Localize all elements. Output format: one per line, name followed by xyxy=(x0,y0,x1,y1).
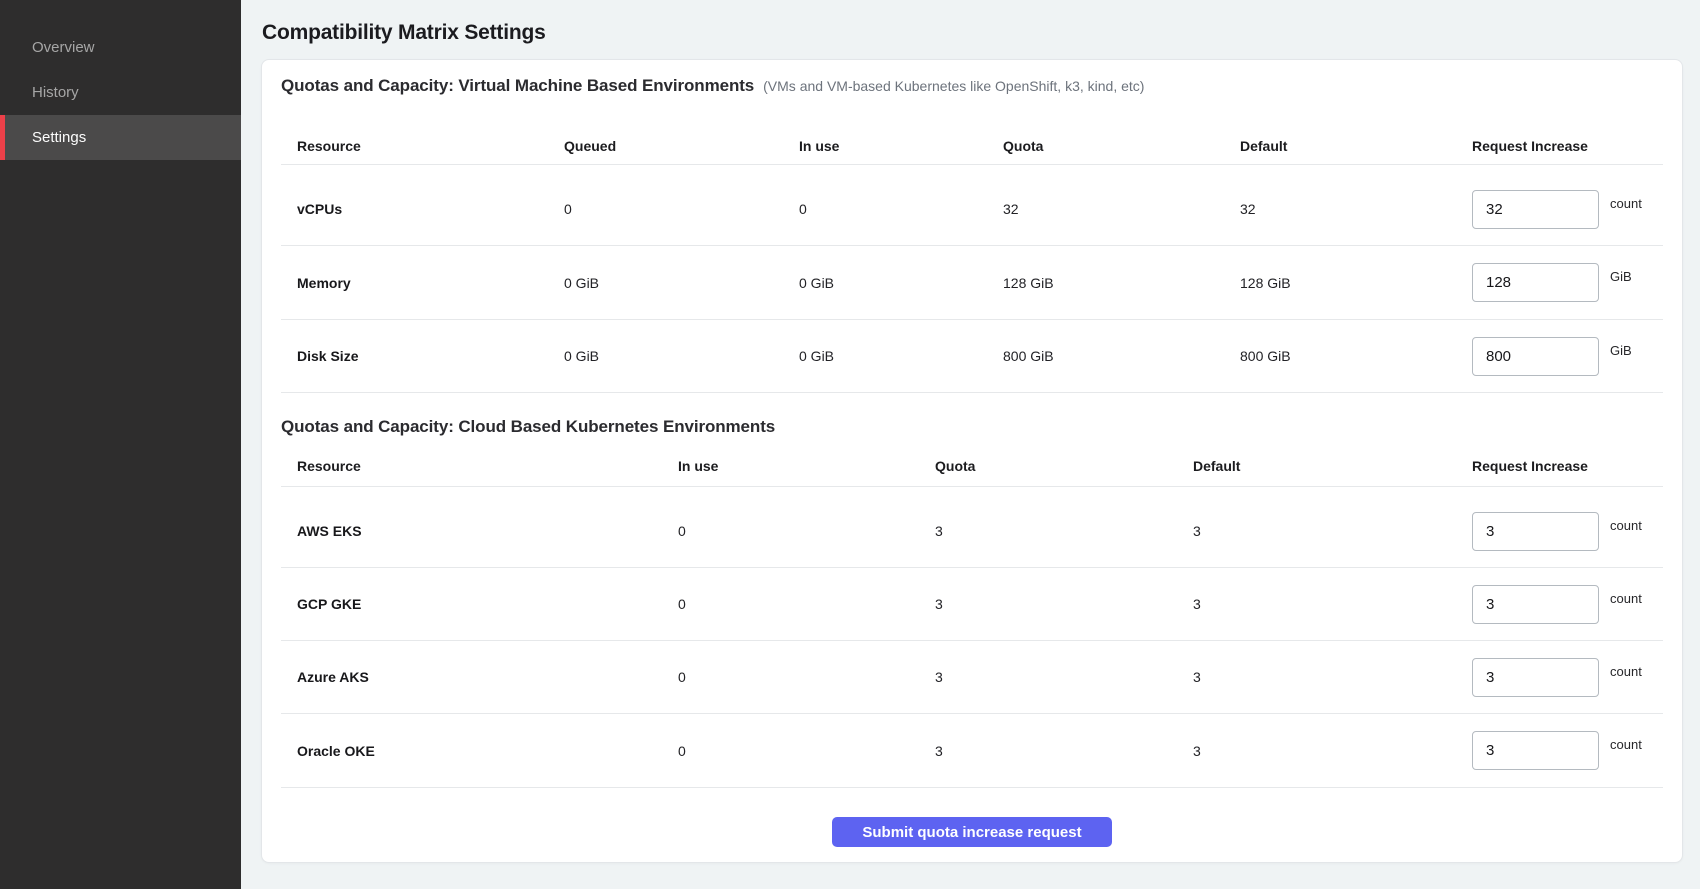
sidebar-item-label: History xyxy=(32,84,79,101)
table-row-memory: Memory 0 GiB 0 GiB 128 GiB 128 GiB GiB xyxy=(281,246,1663,320)
resource-label: vCPUs xyxy=(297,201,564,217)
queued-value: 0 xyxy=(564,201,799,217)
card-footer: Submit quota increase request xyxy=(281,788,1663,864)
unit-label: GiB xyxy=(1610,269,1632,284)
section-heading-cloud: Quotas and Capacity: Cloud Based Kuberne… xyxy=(281,417,1663,443)
column-header-default: Default xyxy=(1240,138,1472,154)
vcpus-request-input[interactable] xyxy=(1472,190,1599,229)
default-value: 3 xyxy=(1193,523,1472,539)
column-header-resource: Resource xyxy=(297,458,678,474)
in-use-value: 0 GiB xyxy=(799,348,1003,364)
default-value: 32 xyxy=(1240,201,1472,217)
column-header-in-use: In use xyxy=(799,138,1003,154)
in-use-value: 0 xyxy=(678,743,935,759)
in-use-value: 0 xyxy=(678,523,935,539)
in-use-value: 0 GiB xyxy=(799,275,1003,291)
resource-label: GCP GKE xyxy=(297,596,678,612)
page-title: Compatibility Matrix Settings xyxy=(262,21,1683,45)
default-value: 128 GiB xyxy=(1240,275,1472,291)
column-header-in-use: In use xyxy=(678,458,935,474)
disk-size-request-input[interactable] xyxy=(1472,337,1599,376)
quota-value: 3 xyxy=(935,596,1193,612)
default-value: 3 xyxy=(1193,669,1472,685)
resource-label: Memory xyxy=(297,275,564,291)
default-value: 3 xyxy=(1193,743,1472,759)
quota-value: 32 xyxy=(1003,201,1240,217)
in-use-value: 0 xyxy=(799,201,1003,217)
unit-label: count xyxy=(1610,664,1642,679)
default-value: 800 GiB xyxy=(1240,348,1472,364)
quota-value: 3 xyxy=(935,669,1193,685)
oracle-oke-request-input[interactable] xyxy=(1472,731,1599,770)
unit-label: count xyxy=(1610,737,1642,752)
default-value: 3 xyxy=(1193,596,1472,612)
aws-eks-request-input[interactable] xyxy=(1472,512,1599,551)
quota-value: 3 xyxy=(935,743,1193,759)
resource-label: Disk Size xyxy=(297,348,564,364)
column-header-queued: Queued xyxy=(564,138,799,154)
section-heading-text: Quotas and Capacity: Cloud Based Kuberne… xyxy=(281,417,775,437)
resource-label: Oracle OKE xyxy=(297,743,678,759)
table-row-disk-size: Disk Size 0 GiB 0 GiB 800 GiB 800 GiB Gi… xyxy=(281,320,1663,393)
table-row-aws-eks: AWS EKS 0 3 3 count xyxy=(281,487,1663,568)
resource-label: Azure AKS xyxy=(297,669,678,685)
column-header-resource: Resource xyxy=(297,138,564,154)
column-header-quota: Quota xyxy=(1003,138,1240,154)
table-row-vcpus: vCPUs 0 0 32 32 count xyxy=(281,165,1663,246)
azure-aks-request-input[interactable] xyxy=(1472,658,1599,697)
resource-label: AWS EKS xyxy=(297,523,678,539)
cloud-table-header: Resource In use Quota Default Request In… xyxy=(281,443,1663,487)
unit-label: count xyxy=(1610,196,1642,211)
quota-value: 800 GiB xyxy=(1003,348,1240,364)
column-header-default: Default xyxy=(1193,458,1472,474)
in-use-value: 0 xyxy=(678,596,935,612)
sidebar-item-overview[interactable]: Overview xyxy=(0,25,241,70)
sidebar: Overview History Settings xyxy=(0,0,241,889)
in-use-value: 0 xyxy=(678,669,935,685)
settings-card: Quotas and Capacity: Virtual Machine Bas… xyxy=(261,59,1683,863)
quota-value: 128 GiB xyxy=(1003,275,1240,291)
quota-value: 3 xyxy=(935,523,1193,539)
unit-label: GiB xyxy=(1610,343,1632,358)
table-row-oracle-oke: Oracle OKE 0 3 3 count xyxy=(281,714,1663,788)
column-header-request-increase: Request Increase xyxy=(1472,138,1663,154)
memory-request-input[interactable] xyxy=(1472,263,1599,302)
unit-label: count xyxy=(1610,591,1642,606)
gcp-gke-request-input[interactable] xyxy=(1472,585,1599,624)
sidebar-item-settings[interactable]: Settings xyxy=(0,115,241,160)
section-heading-vm: Quotas and Capacity: Virtual Machine Bas… xyxy=(281,76,1663,102)
vm-table-header: Resource Queued In use Quota Default Req… xyxy=(281,102,1663,165)
queued-value: 0 GiB xyxy=(564,275,799,291)
sidebar-item-history[interactable]: History xyxy=(0,70,241,115)
table-row-gcp-gke: GCP GKE 0 3 3 count xyxy=(281,568,1663,641)
column-header-request-increase: Request Increase xyxy=(1472,458,1663,474)
sidebar-item-label: Overview xyxy=(32,39,95,56)
main-content: Compatibility Matrix Settings Quotas and… xyxy=(241,0,1700,889)
column-header-quota: Quota xyxy=(935,458,1193,474)
unit-label: count xyxy=(1610,518,1642,533)
section-subtitle: (VMs and VM-based Kubernetes like OpenSh… xyxy=(763,78,1144,94)
section-heading-text: Quotas and Capacity: Virtual Machine Bas… xyxy=(281,76,754,96)
submit-quota-increase-button[interactable]: Submit quota increase request xyxy=(832,817,1112,847)
queued-value: 0 GiB xyxy=(564,348,799,364)
table-row-azure-aks: Azure AKS 0 3 3 count xyxy=(281,641,1663,714)
sidebar-item-label: Settings xyxy=(32,129,86,146)
